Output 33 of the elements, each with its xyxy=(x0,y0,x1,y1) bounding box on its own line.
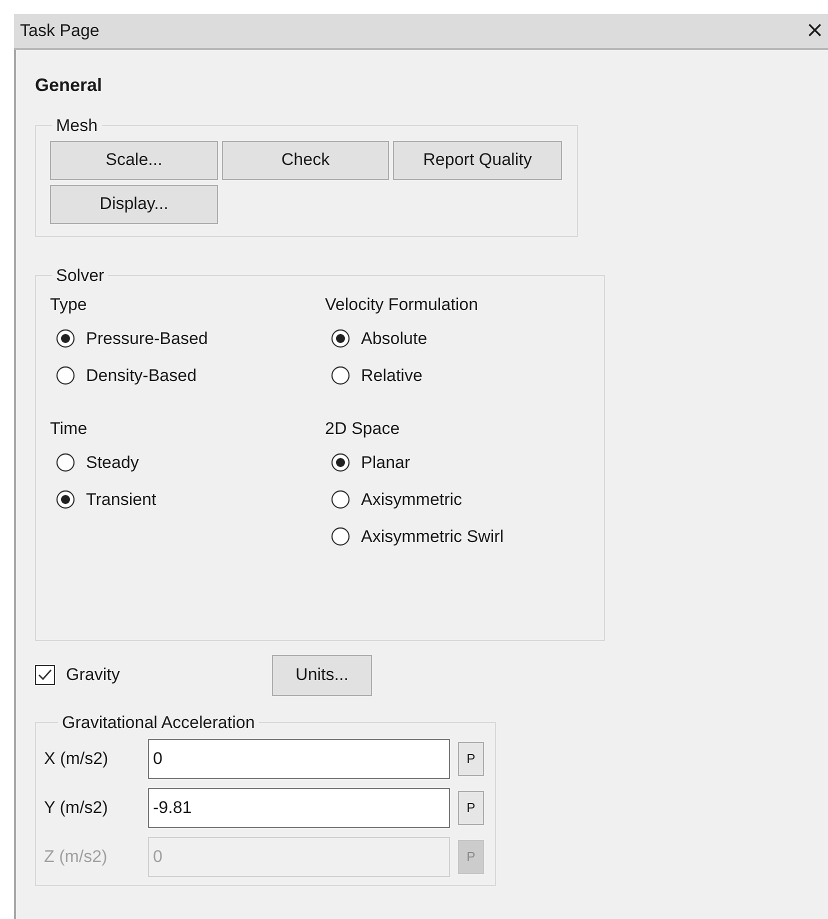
section-heading: General xyxy=(35,74,104,97)
parameter-button[interactable]: P xyxy=(458,791,484,825)
mesh-button[interactable]: Scale... xyxy=(50,140,218,180)
option-group-label: Time xyxy=(50,418,88,440)
radio-option[interactable]: Density-Based xyxy=(50,357,197,394)
mesh-button[interactable]: Display... xyxy=(50,184,218,224)
units-button[interactable]: Units... xyxy=(272,654,372,696)
option-group-label: 2D Space xyxy=(325,418,400,440)
group-title: Solver xyxy=(55,264,106,286)
parameter-button[interactable]: P xyxy=(458,742,484,776)
radio-option[interactable]: Axisymmetric xyxy=(325,481,462,518)
close-button[interactable]: × xyxy=(806,20,824,42)
group-title: Mesh xyxy=(55,115,99,137)
mesh-button[interactable]: Check xyxy=(222,140,389,180)
input-field[interactable]: -9.81 xyxy=(148,788,450,828)
option-group-label: Velocity Formulation xyxy=(325,294,478,316)
radio-option[interactable]: Relative xyxy=(325,357,422,394)
radio-option[interactable]: Steady xyxy=(50,444,139,481)
radio-option[interactable]: Pressure-Based xyxy=(50,320,208,357)
radio-option[interactable]: Transient xyxy=(50,481,156,518)
field-label: Z (m/s2) xyxy=(44,846,108,868)
option-group-label: Type xyxy=(50,294,87,316)
group-title: Gravitational Acceleration xyxy=(61,712,256,734)
field-label: Y (m/s2) xyxy=(44,797,109,820)
mesh-button[interactable]: Report Quality xyxy=(393,140,562,180)
radio-option[interactable]: Absolute xyxy=(325,320,428,357)
radio-option[interactable]: Axisymmetric Swirl xyxy=(325,518,504,555)
gravity-checkbox[interactable]: Gravity xyxy=(35,662,272,688)
radio-option[interactable]: Planar xyxy=(325,444,410,481)
field-label: X (m/s2) xyxy=(44,748,110,770)
window-title: Task Page xyxy=(20,20,100,42)
input-field[interactable]: 0 xyxy=(148,739,450,779)
checkbox-icon xyxy=(35,665,55,685)
